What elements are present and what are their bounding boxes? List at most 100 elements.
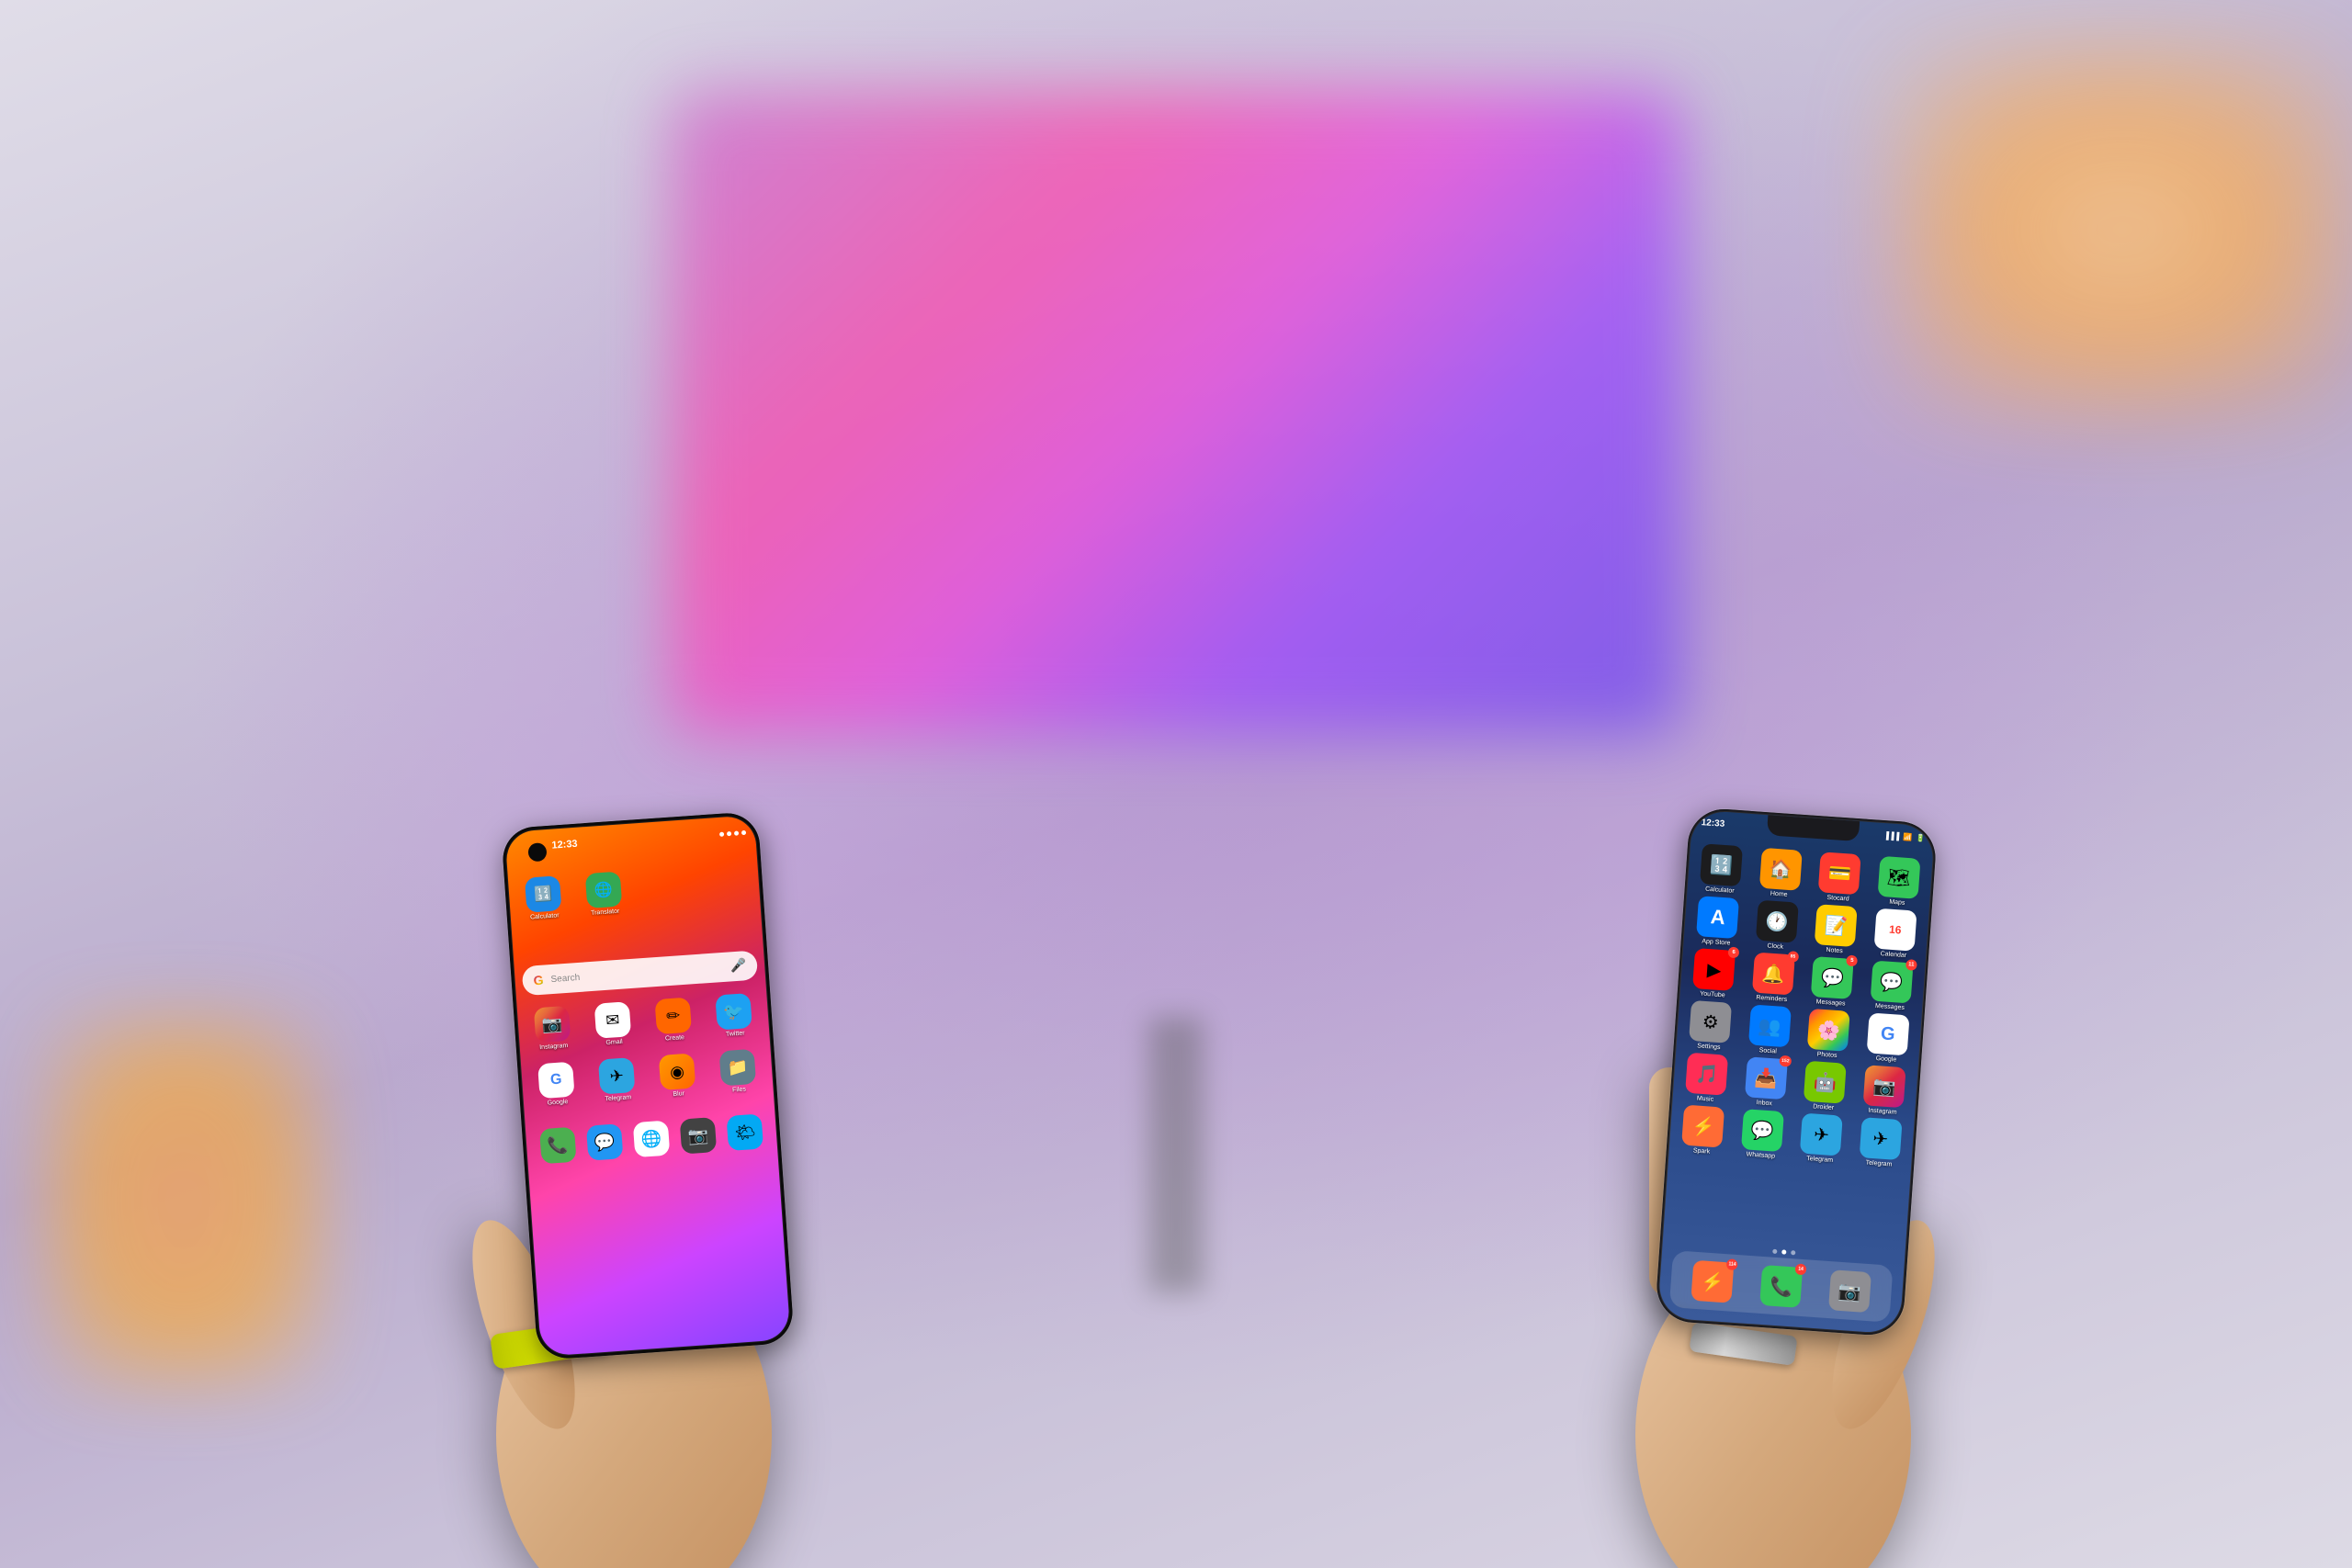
main-scene: 12:33 🔢 Calculator: [0, 0, 2352, 1568]
iphone-appstore-label: App Store: [1702, 939, 1731, 947]
dock-phone-icon: 📞 14: [1759, 1265, 1803, 1308]
iphone-calculator: 🔢 Calculator: [1692, 843, 1749, 896]
android-dock-phone: 📞: [539, 1127, 577, 1165]
android-dock-weather: 🌤: [727, 1113, 764, 1151]
android-app-calculator: 🔢 Calculator: [515, 874, 571, 921]
iphone-maps: 🗺 Maps: [1870, 855, 1927, 908]
iphone-instagram: 📷 Instagram: [1856, 1065, 1913, 1117]
iphone-screen: 12:33 ▐▐▐ 📶 🔋 🔢 Calculator: [1657, 809, 1935, 1334]
iphone-maps-label: Maps: [1889, 899, 1905, 907]
iphone-notes: 📝 Notes: [1807, 904, 1864, 956]
status-dot-1: [719, 831, 724, 836]
iphone-dock-phone: 📞 14: [1759, 1265, 1803, 1308]
iphone-telegram2: ✈ Telegram: [1852, 1117, 1909, 1169]
background-right-blob: [1893, 46, 2352, 413]
iphone-status-icons: ▐▐▐ 📶 🔋: [1883, 831, 1925, 842]
page-dot-3: [1791, 1250, 1795, 1255]
iphone-reminders-icon: 🔔 85: [1752, 953, 1795, 996]
inbox-badge: 152: [1780, 1055, 1792, 1067]
iphone-social-icon: 👥: [1748, 1004, 1792, 1047]
iphone-music: 🎵 Music: [1679, 1052, 1736, 1104]
iphone-notes-icon: 📝: [1815, 904, 1858, 947]
iphone-calculator-icon: 🔢: [1700, 843, 1743, 886]
iphone-whatsapp: 💬 Whatsapp: [1734, 1109, 1791, 1161]
iphone-messages: 💬 5 Messages: [1804, 956, 1860, 1009]
iphone-spark-label: Spark: [1693, 1147, 1711, 1155]
chrome-icon: 🌐: [633, 1121, 671, 1158]
iphone-droider: 🤖 Droider: [1796, 1060, 1853, 1112]
iphone-notch: [1767, 815, 1860, 841]
android-phone: 12:33 🔢 Calculator: [501, 811, 795, 1360]
iphone-imessage: 💬 11 Messages: [1862, 960, 1919, 1012]
iphone-dock-spark: ⚡ 114: [1691, 1260, 1735, 1303]
iphone-imessage-label: Messages: [1875, 1003, 1905, 1011]
imessage-badge: 11: [1905, 959, 1917, 971]
iphone-social: 👥 Social: [1741, 1004, 1798, 1056]
iphone-dock-camera: 📷: [1828, 1269, 1871, 1313]
translator-label: Translator: [591, 908, 620, 917]
iphone-social-label: Social: [1758, 1047, 1777, 1055]
iphone-clock: 🕐 Clock: [1748, 899, 1805, 952]
weather-icon: 🌤: [727, 1113, 764, 1151]
iphone-stocard-label: Stocard: [1826, 895, 1849, 903]
iphone-calendar-icon: 16: [1873, 908, 1917, 952]
mic-icon: 🎤: [729, 958, 747, 975]
iphone-calendar: 16 Calendar: [1866, 908, 1923, 960]
search-placeholder: Search: [550, 972, 580, 984]
twitter-label: Twitter: [726, 1031, 745, 1038]
reminders-badge: 85: [1787, 951, 1799, 963]
iphone-home-label: Home: [1770, 891, 1788, 898]
iphone-inbox-icon: 📥 152: [1745, 1056, 1788, 1100]
android-camera-hole: [527, 842, 547, 862]
twitter-icon: 🐦: [715, 993, 752, 1031]
iphone-instagram-label: Instagram: [1868, 1108, 1897, 1116]
iphone-telegram: ✈ Telegram: [1792, 1112, 1849, 1165]
iphone-whatsapp-icon: 💬: [1741, 1109, 1784, 1152]
iphone-photos-icon: 🌸: [1807, 1009, 1850, 1052]
page-dot-2: [1781, 1249, 1786, 1254]
iphone-home: 🏠 Home: [1752, 847, 1809, 899]
iphone-stocard: 💳 Stocard: [1811, 852, 1868, 904]
iphone-appstore-icon: A: [1696, 896, 1739, 939]
android-search-bar[interactable]: G Search 🎤: [522, 950, 759, 996]
messages-badge: 5: [1846, 955, 1858, 967]
google-logo: G: [533, 973, 544, 988]
calculator-icon: 🔢: [525, 875, 562, 913]
iphone-stocard-icon: 💳: [1818, 852, 1861, 895]
iphone-inbox: 📥 152 Inbox: [1737, 1056, 1794, 1109]
page-dot-1: [1772, 1249, 1777, 1254]
blur-icon: ◉: [659, 1053, 696, 1090]
android-app-telegram: ✈ Telegram: [589, 1056, 645, 1103]
create-label: Create: [665, 1034, 684, 1042]
dock-spark-icon: ⚡ 114: [1691, 1260, 1735, 1303]
iphone-music-icon: 🎵: [1685, 1053, 1728, 1096]
youtube-badge: 6: [1728, 947, 1740, 959]
google-label: Google: [548, 1099, 569, 1107]
android-top-apps: 🔢 Calculator 🌐 Translator: [515, 859, 753, 926]
iphone-messages-label: Messages: [1815, 998, 1845, 1007]
android-app-blur: ◉ Blur: [650, 1053, 706, 1100]
iphone-photos: 🌸 Photos: [1800, 1008, 1857, 1060]
iphone-youtube-icon: ▶ 6: [1692, 948, 1736, 991]
iphone-notes-label: Notes: [1826, 947, 1843, 954]
iphone-app-content: 🔢 Calculator 🏠 Home 💳 Stocard 🗺: [1663, 835, 1933, 1260]
iphone-telegram2-label: Telegram: [1865, 1160, 1892, 1168]
phone-icon: 📞: [539, 1127, 577, 1165]
android-app-translator: 🌐 Translator: [576, 871, 632, 918]
background-monitor: [671, 92, 1681, 735]
status-dot-3: [734, 830, 739, 835]
instagram-label: Instagram: [539, 1043, 569, 1051]
google-icon: G: [537, 1062, 575, 1100]
iphone-settings-icon: ⚙: [1689, 1000, 1732, 1043]
iphone-youtube: ▶ 6 YouTube: [1685, 948, 1742, 1000]
iphone-droider-icon: 🤖: [1804, 1061, 1847, 1104]
iphone-time: 12:33: [1701, 818, 1724, 829]
battery-icon: 🔋: [1916, 833, 1926, 842]
android-app-instagram: 📷 Instagram: [525, 1005, 581, 1052]
signal-icon: ▐▐▐: [1883, 831, 1900, 840]
iphone-reminders: 🔔 85 Reminders: [1745, 952, 1802, 1004]
iphone-dock: ⚡ 114 📞 14 📷: [1669, 1250, 1894, 1323]
android-app-create: ✏ Create: [646, 997, 702, 1043]
telegram-label: Telegram: [605, 1094, 631, 1102]
telegram-icon: ✈: [598, 1057, 636, 1095]
